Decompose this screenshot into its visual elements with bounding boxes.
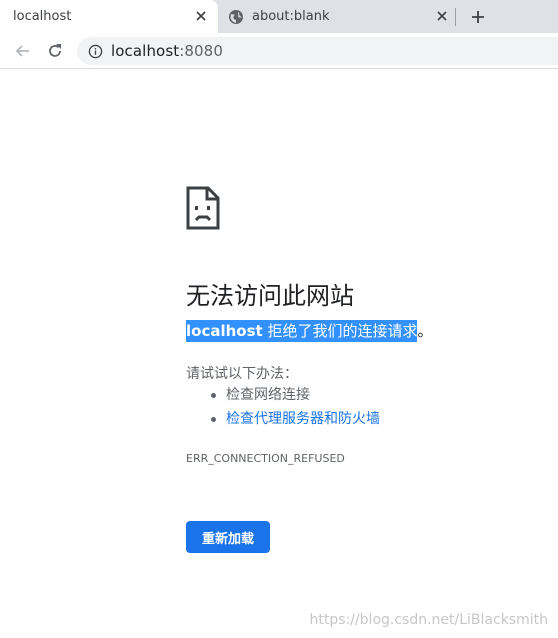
url-port: :8080 xyxy=(179,42,223,60)
suggestion-check-network: 检查网络连接 xyxy=(226,387,310,403)
list-item: 检查网络连接 xyxy=(186,386,380,410)
toolbar: localhost:8080 xyxy=(0,33,558,69)
globe-icon xyxy=(229,9,243,24)
tab-separator xyxy=(455,8,456,26)
url-host: localhost xyxy=(111,42,180,60)
watermark: https://blog.csdn.net/LiBlacksmith xyxy=(309,612,548,628)
refused-text: 拒绝了我们的连接请求 xyxy=(262,322,418,340)
back-arrow-icon[interactable] xyxy=(14,42,32,60)
error-message: localhost 拒绝了我们的连接请求。 xyxy=(186,320,433,342)
tab-strip: localhost about:blank xyxy=(0,0,558,33)
url-text: localhost:8080 xyxy=(111,42,223,60)
new-tab-icon[interactable] xyxy=(469,8,487,26)
close-icon[interactable] xyxy=(434,8,450,24)
period: 。 xyxy=(417,322,433,340)
suggestions-list: 检查网络连接 检查代理服务器和防火墙 xyxy=(186,386,380,434)
selected-text: localhost 拒绝了我们的连接请求 xyxy=(186,320,418,342)
tab-about-blank[interactable]: about:blank xyxy=(218,0,454,33)
reload-button[interactable]: 重新加载 xyxy=(186,521,270,553)
info-icon[interactable] xyxy=(88,44,103,59)
reload-icon[interactable] xyxy=(46,42,64,60)
tab-title: localhost xyxy=(13,9,72,24)
tab-title: about:blank xyxy=(252,9,330,24)
sad-page-icon xyxy=(186,186,220,230)
suggestions-label: 请试试以下办法： xyxy=(186,366,298,382)
error-host: localhost xyxy=(186,322,263,340)
page-title: 无法访问此网站 xyxy=(186,282,354,310)
close-icon[interactable] xyxy=(193,8,209,24)
address-bar[interactable]: localhost:8080 xyxy=(77,37,558,65)
error-code: ERR_CONNECTION_REFUSED xyxy=(186,452,345,465)
tab-localhost[interactable]: localhost xyxy=(0,0,218,33)
list-item[interactable]: 检查代理服务器和防火墙 xyxy=(186,410,380,434)
suggestion-check-proxy-link[interactable]: 检查代理服务器和防火墙 xyxy=(226,411,380,427)
